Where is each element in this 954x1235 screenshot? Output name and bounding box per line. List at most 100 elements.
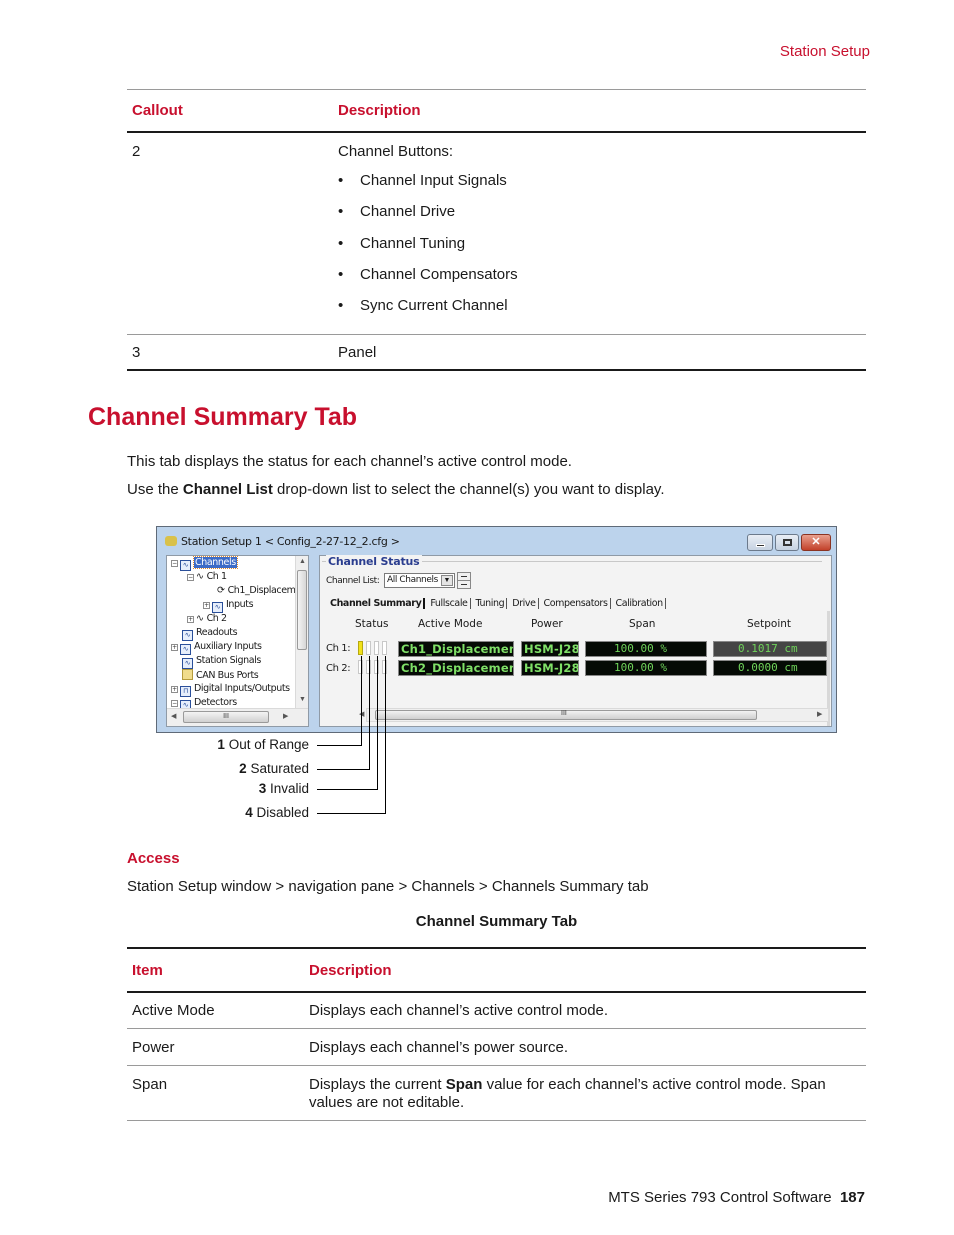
callout-table-header-callout: Callout [132, 102, 183, 119]
scroll-thumb[interactable]: III [375, 710, 757, 720]
scroll-left-icon[interactable]: ◀ [171, 712, 176, 720]
panel-horizontal-scrollbar[interactable]: ◀ III ▶ [359, 708, 829, 722]
intro-paragraph: This tab displays the status for each ch… [127, 453, 572, 470]
tab-calibration[interactable]: Calibration [614, 598, 666, 609]
table-cell-item: Active Mode [132, 1002, 215, 1019]
tree-item-ch1-displacement[interactable]: ⟳ Ch1_Displacem [217, 585, 296, 596]
status-out-of-range [358, 641, 363, 655]
table-header-rule [127, 131, 866, 133]
collapse-icon[interactable]: − [171, 560, 178, 567]
spinner-down-icon[interactable] [461, 584, 467, 585]
table-caption: Channel Summary Tab [415, 913, 578, 930]
nav-vertical-scrollbar[interactable]: ▲ ▼ [295, 556, 308, 708]
refresh-cycle-icon: ⟳ [217, 585, 225, 596]
channel-list-dropdown[interactable]: All Channels ▼ [384, 573, 455, 588]
callout-leader [361, 656, 362, 746]
page-number: 187 [839, 1189, 865, 1206]
callout-number: 3 [132, 344, 141, 361]
channel-row-label: Ch 2: [326, 663, 351, 674]
callout-leader [377, 656, 378, 790]
span-display: 100.00 % [585, 660, 707, 676]
tab-tuning[interactable]: Tuning [474, 598, 508, 609]
callout-table-header-description: Description [338, 102, 421, 119]
channel-row-label: Ch 1: [326, 643, 351, 654]
scroll-down-icon[interactable]: ▼ [299, 696, 306, 703]
minimize-button[interactable] [747, 534, 773, 551]
channel-list-spinner[interactable] [457, 572, 471, 589]
setpoint-display: 0.0000 cm [713, 660, 827, 676]
column-header-power: Power [531, 618, 563, 630]
scroll-right-icon[interactable]: ▶ [817, 710, 822, 718]
tree-item-readouts[interactable]: ∿ Readouts [182, 627, 238, 641]
chevron-down-icon[interactable]: ▼ [441, 575, 453, 586]
groupbox-title: Channel Status [326, 555, 422, 568]
scroll-right-icon[interactable]: ▶ [283, 712, 288, 720]
tab-fullscale[interactable]: Fullscale [428, 598, 471, 609]
callout-description: Panel [338, 344, 377, 361]
tree-item-inputs[interactable]: + ∿ Inputs [203, 599, 254, 613]
power-display: HSM-J28 [521, 660, 579, 676]
expand-icon[interactable]: + [187, 616, 194, 623]
channel-icon: ∿ [196, 613, 204, 624]
callout-leader [317, 769, 370, 770]
status-saturated [366, 641, 371, 655]
tree-item-digital-io[interactable]: + ⊓ Digital Inputs/Outputs [171, 683, 290, 697]
span-display: 100.00 % [585, 641, 707, 657]
tab-drive[interactable]: Drive [510, 598, 539, 609]
tab-channel-summary[interactable]: Channel Summary [328, 598, 426, 609]
table-cell-description: Displays the current Span value for each… [309, 1076, 826, 1093]
callout-number: 2 [132, 143, 141, 160]
power-display: HSM-J28 [521, 641, 579, 657]
expand-icon[interactable]: + [171, 644, 178, 651]
close-button[interactable]: ✕ [801, 534, 831, 551]
readouts-icon: ∿ [182, 630, 193, 641]
running-head: Station Setup [779, 43, 870, 60]
digital-io-icon: ⊓ [180, 686, 191, 697]
expand-icon[interactable]: + [171, 686, 178, 693]
scroll-thumb[interactable]: III [183, 711, 269, 723]
callout-leader [369, 656, 370, 770]
callout-leader [317, 813, 386, 814]
tab-compensators[interactable]: Compensators [542, 598, 611, 609]
tree-item-auxiliary-inputs[interactable]: + ∿ Auxiliary Inputs [171, 641, 262, 655]
status-invalid [374, 641, 379, 655]
navigation-pane: − ∿ Channels − ∿ Ch 1 ⟳ Ch1_Displacem + ∿ Input… [166, 555, 309, 727]
table-cell-description-continued: values are not editable. [309, 1094, 465, 1111]
collapse-icon[interactable]: − [187, 574, 194, 581]
callout-leader [317, 745, 362, 746]
tree-item-ch1[interactable]: − ∿ Ch 1 [187, 571, 227, 582]
scroll-thumb[interactable] [297, 570, 307, 650]
auxiliary-inputs-icon: ∿ [180, 644, 191, 655]
callout-leader [317, 789, 378, 790]
tree-item-ch2[interactable]: + ∿ Ch 2 [187, 613, 227, 624]
tree-item-can-bus-ports[interactable]: CAN Bus Ports [182, 669, 259, 681]
collapse-icon[interactable]: − [171, 700, 178, 707]
tree-item-channels[interactable]: − ∿ Channels [171, 556, 238, 571]
callout-leader [385, 656, 386, 814]
station-setup-window: Station Setup 1 < Config_2-27-12_2.cfg >… [156, 526, 837, 733]
expand-icon[interactable]: + [203, 602, 210, 609]
maximize-icon [783, 539, 792, 546]
table-top-rule [127, 89, 866, 90]
setpoint-display: 0.1017 cm [713, 641, 827, 657]
station-signals-icon: ∿ [182, 658, 193, 669]
row-divider [127, 1028, 866, 1029]
callout-label-out-of-range: 1 Out of Range [217, 737, 309, 752]
column-header-setpoint: Setpoint [747, 618, 792, 630]
inputs-icon: ∿ [212, 602, 223, 613]
section-title: Channel Summary Tab [88, 403, 358, 431]
spinner-up-icon[interactable] [461, 576, 467, 577]
tree-item-station-signals[interactable]: ∿ Station Signals [182, 655, 261, 669]
channel-list-label: Channel List: [326, 576, 380, 586]
table-cell-description: Displays each channel’s power source. [309, 1039, 569, 1056]
maximize-button[interactable] [775, 534, 799, 551]
callout-label-saturated: 2 Saturated [239, 761, 309, 776]
table-bottom-rule [127, 1120, 866, 1121]
scroll-up-icon[interactable]: ▲ [299, 558, 306, 565]
folder-icon [182, 669, 193, 680]
page-footer: MTS Series 793 Control Software 187 [608, 1189, 865, 1206]
nav-horizontal-scrollbar[interactable]: ◀ III ▶ [167, 708, 308, 726]
tab-bar: Channel Summary Fullscale Tuning Drive C… [328, 598, 669, 609]
instruction-paragraph: Use the Channel List drop-down list to s… [127, 481, 665, 498]
table-cell-item: Span [132, 1076, 168, 1093]
